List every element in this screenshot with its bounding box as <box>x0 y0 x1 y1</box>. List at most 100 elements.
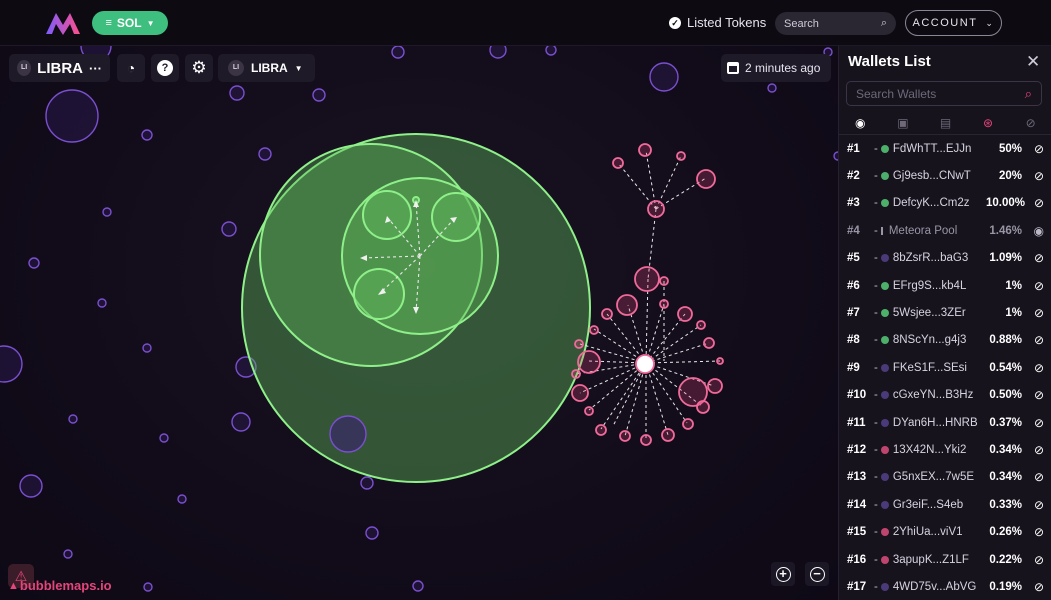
rank-separator: - <box>874 526 878 539</box>
listed-tokens-link[interactable]: ✓ Listed Tokens <box>669 15 766 30</box>
wallet-rank: #15 <box>847 526 867 539</box>
wallet-row[interactable]: #7 - 5Wsjee...3ZEr 1% ⊘ <box>839 299 1051 326</box>
help-icon: ? <box>157 60 173 76</box>
bubble-map-canvas[interactable]: LI LIBRA ··· ◔ ? ⚙ LI LIBRA ▼ 2 minutes … <box>0 46 838 600</box>
settings-button[interactable]: ⚙ <box>185 54 213 82</box>
wallet-row[interactable]: #15- 2YhiUa...viV1 0.26% ⊘ <box>839 518 1051 545</box>
wallet-bubble <box>635 354 655 374</box>
brand-watermark[interactable]: ▲ bubblemaps.io <box>8 578 112 593</box>
wallet-bubble <box>612 157 624 169</box>
wallet-row[interactable]: #11- DYan6H...HNRB 0.37% ⊘ <box>839 409 1051 436</box>
wallet-percent: 0.34% <box>989 471 1022 484</box>
eye-slash-icon[interactable]: ⊘ <box>1022 553 1044 567</box>
wallet-bubble <box>19 474 43 498</box>
close-icon[interactable]: ✕ <box>1026 52 1040 72</box>
filter-hidden[interactable]: ⊘ <box>1009 111 1051 134</box>
zoom-out-button[interactable]: − <box>805 562 829 586</box>
zoom-in-button[interactable]: + <box>771 562 795 586</box>
wallet-row[interactable]: #2 - Gj9esb...CNwT 20% ⊘ <box>839 162 1051 189</box>
wallet-percent: 1% <box>1005 279 1022 292</box>
chain-selector-button[interactable]: ≡ SOL ▼ <box>92 11 168 35</box>
wallet-percent: 1% <box>1005 307 1022 320</box>
eye-slash-icon[interactable]: ⊘ <box>1022 416 1044 430</box>
account-button[interactable]: ACCOUNT ⌄ <box>905 10 1002 36</box>
wallet-percent: 0.54% <box>989 361 1022 374</box>
wallet-rank: #9 <box>847 361 860 374</box>
wallet-rank: #11 <box>847 416 866 429</box>
wallet-address: DefcyK...Cm2z <box>892 197 970 210</box>
eye-slash-icon[interactable]: ⊘ <box>1022 142 1044 156</box>
token-info-box[interactable]: LI LIBRA ··· <box>9 54 110 82</box>
wallet-bubble-16 <box>616 294 638 316</box>
wallet-row[interactable]: #3 - DefcyK...Cm2z 10.00% ⊘ <box>839 190 1051 217</box>
eye-slash-icon[interactable]: ⊘ <box>1022 251 1044 265</box>
wallet-row[interactable]: #10- cGxeYN...B3Hz 0.50% ⊘ <box>839 382 1051 409</box>
eye-icon[interactable]: ◉ <box>1022 224 1044 238</box>
last-updated-box[interactable]: 2 minutes ago <box>721 54 831 82</box>
wallet-bubble <box>619 430 631 442</box>
filter-clusters[interactable]: ⊛ <box>967 111 1010 134</box>
wallet-bubble <box>716 357 724 365</box>
wallet-row[interactable]: #1 - FdWhTT...EJJn 50% ⊘ <box>839 135 1051 162</box>
wallet-row[interactable]: #4 - Meteora Pool 1.46% ◉ <box>839 217 1051 244</box>
wallet-bubble <box>649 62 679 92</box>
wallet-rank: #3 <box>847 197 860 210</box>
solana-icon: ≡ <box>105 17 112 29</box>
zoom-in-icon: + <box>775 566 791 582</box>
wallet-bubble <box>571 369 581 379</box>
wallet-bubble <box>391 46 405 59</box>
wallet-percent: 0.37% <box>989 416 1022 429</box>
wallet-color-dot <box>880 528 889 537</box>
eye-slash-icon[interactable]: ⊘ <box>1022 196 1044 210</box>
eye-slash-icon[interactable]: ⊘ <box>1022 169 1044 183</box>
wallet-rank: #13 <box>847 471 867 484</box>
wallet-bubble <box>141 129 153 141</box>
wallet-rank: #10 <box>847 389 867 402</box>
wallet-row[interactable]: #8 - 8NScYn...g4j3 0.88% ⊘ <box>839 327 1051 354</box>
wallet-bubble <box>638 143 652 157</box>
bubble-map-graph[interactable] <box>0 46 838 600</box>
filter-contracts[interactable]: ▣ <box>882 111 925 134</box>
eye-slash-icon[interactable]: ⊘ <box>1022 525 1044 539</box>
check-circle-icon: ✓ <box>669 16 681 29</box>
wallet-bubble <box>601 308 613 320</box>
wallet-row[interactable]: #16- 3apupK...Z1LF 0.22% ⊘ <box>839 546 1051 573</box>
chart-button[interactable]: ◔ <box>117 54 145 82</box>
wallet-row[interactable]: #9 - FKeS1F...SEsi 0.54% ⊘ <box>839 354 1051 381</box>
eye-slash-icon[interactable]: ⊘ <box>1022 388 1044 402</box>
eye-slash-icon[interactable]: ⊘ <box>1022 306 1044 320</box>
wallets-search-input[interactable]: Search Wallets ⌕ <box>846 81 1042 106</box>
wallet-row[interactable]: #13- G5nxEX...7w5E 0.34% ⊘ <box>839 464 1051 491</box>
rank-separator: - <box>874 307 878 320</box>
eye-slash-icon[interactable]: ⊘ <box>1022 580 1044 594</box>
wallet-address: FKeS1F...SEsi <box>892 361 967 374</box>
rank-separator: - <box>874 498 878 511</box>
help-button[interactable]: ? <box>151 54 179 82</box>
rank-separator: - <box>874 252 878 265</box>
wallet-row[interactable]: #17- 4WD75v...AbVG 0.19% ⊘ <box>839 573 1051 600</box>
wallet-bubble <box>97 298 107 308</box>
eye-slash-icon[interactable]: ⊘ <box>1022 361 1044 375</box>
token-selector[interactable]: LI LIBRA ▼ <box>218 54 315 82</box>
bubblemaps-logo[interactable] <box>44 10 82 36</box>
eye-slash-icon[interactable]: ⊘ <box>1022 279 1044 293</box>
wallet-row[interactable]: #5 - 8bZsrR...baG3 1.09% ⊘ <box>839 245 1051 272</box>
search-input[interactable]: Search ⌕ <box>775 12 896 35</box>
wallet-address: 3apupK...Z1LF <box>892 553 969 566</box>
wallet-bubble <box>329 415 367 453</box>
wallet-row[interactable]: #6 - EFrg9S...kb4L 1% ⊘ <box>839 272 1051 299</box>
wallet-bubble <box>659 299 669 309</box>
wallet-color-dot <box>880 391 889 400</box>
rank-separator: - <box>874 389 878 402</box>
eye-slash-icon[interactable]: ⊘ <box>1022 333 1044 347</box>
wallet-percent: 20% <box>998 170 1022 183</box>
wallet-address: cGxeYN...B3Hz <box>892 389 974 402</box>
eye-slash-icon[interactable]: ⊘ <box>1022 470 1044 484</box>
wallet-row[interactable]: #14- Gr3eiF...S4eb 0.33% ⊘ <box>839 491 1051 518</box>
eye-slash-icon[interactable]: ⊘ <box>1022 443 1044 457</box>
wallet-row[interactable]: #12- 13X42N...Yki2 0.34% ⊘ <box>839 436 1051 463</box>
filter-exchanges[interactable]: ▤ <box>924 111 967 134</box>
eye-slash-icon[interactable]: ⊘ <box>1022 498 1044 512</box>
filter-show-all[interactable]: ◉ <box>839 111 882 134</box>
more-options-icon[interactable]: ··· <box>89 61 102 76</box>
